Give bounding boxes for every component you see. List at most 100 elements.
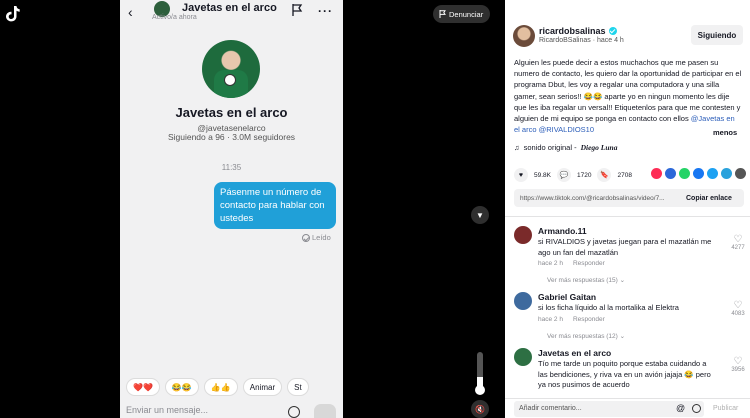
chevron-down-icon: ▼	[476, 210, 484, 220]
view-replies[interactable]: Ver más respuestas (12) ⌄	[547, 332, 625, 340]
repost-icon[interactable]	[651, 168, 662, 179]
read-check-icon	[302, 233, 310, 242]
comment-like[interactable]: ♡ 4083	[730, 300, 746, 317]
like-count: 59.8K	[534, 171, 551, 179]
heart-outline-icon: ♡	[733, 356, 743, 367]
facebook-icon[interactable]	[693, 168, 704, 179]
profile-name: Javetas en el arco	[175, 105, 288, 120]
read-label: Leído	[312, 233, 331, 242]
verified-badge-icon	[608, 27, 617, 35]
report-flag-icon	[439, 10, 446, 18]
message-bubble[interactable]: Pásenme un número de contacto para habla…	[214, 182, 336, 229]
engagement-row: ♥ 59.8K 💬 1720 🔖 2708	[514, 168, 632, 182]
next-video-button[interactable]: ▼	[471, 206, 489, 224]
emoji-icon[interactable]	[288, 406, 300, 418]
profile-avatar[interactable]	[202, 40, 260, 98]
sound-label: sonido original -	[523, 143, 577, 152]
sound-artist: Diego Luna	[580, 143, 618, 152]
mute-button[interactable]: 🔇	[471, 400, 489, 418]
send-button[interactable]	[314, 404, 336, 418]
comment-icon[interactable]: 💬	[557, 168, 571, 182]
music-note-icon: ♫	[514, 143, 520, 152]
share-icons	[651, 168, 746, 179]
heart-icon[interactable]: ♥	[514, 168, 528, 182]
view-replies-label: Ver más respuestas (12)	[547, 333, 618, 340]
tiktok-logo-icon[interactable]	[6, 6, 20, 22]
comment-avatar[interactable]	[514, 226, 532, 244]
comment-meta: hace 2 h Responder	[538, 260, 605, 267]
heart-outline-icon: ♡	[733, 300, 743, 311]
following-button[interactable]: Siguiendo	[691, 25, 743, 45]
comment-username[interactable]: Javetas en el arco	[538, 348, 611, 358]
divider	[505, 216, 750, 217]
twitter-icon[interactable]	[707, 168, 718, 179]
post-caption: Alguien les puede decir a estos muchacho…	[514, 57, 742, 135]
comment-username[interactable]: Armando.11	[538, 226, 587, 236]
post-panel: ricardobsalinas RicardoBSalinas · hace 4…	[505, 0, 750, 418]
quick-reply-hearts[interactable]: ❤️❤️	[126, 378, 160, 396]
share-arrow-icon[interactable]	[735, 168, 746, 179]
author-name: ricardobsalinas	[539, 26, 606, 36]
copy-link-button[interactable]: Copiar enlace	[682, 195, 732, 202]
comment-like-count: 4083	[731, 311, 745, 317]
comment-input-bar: Añadir comentario... @ Publicar	[505, 398, 750, 418]
volume-knob[interactable]	[475, 385, 485, 395]
chevron-down-icon: ⌄	[619, 277, 626, 284]
comment-text: si los ficha líquido al la mortalika al …	[538, 303, 679, 312]
whatsapp-icon[interactable]	[679, 168, 690, 179]
comment-avatar[interactable]	[514, 292, 532, 310]
quick-reply-sticker[interactable]: St	[287, 378, 309, 396]
chat-header: ‹ Javetas en el arco Activo/a ahora ···	[120, 0, 343, 26]
comment-text: si RIVALDIOS y javetas juegan para el ma…	[538, 237, 712, 257]
emoji-icon[interactable]	[692, 404, 701, 413]
comment-like[interactable]: ♡ 3956	[730, 356, 746, 373]
chat-status: Activo/a ahora	[152, 14, 197, 21]
telegram-icon[interactable]	[721, 168, 732, 179]
author-avatar[interactable]	[513, 25, 535, 47]
view-replies[interactable]: Ver más respuestas (15) ⌄	[547, 276, 625, 284]
video-area: ‹ Javetas en el arco Activo/a ahora ··· …	[0, 0, 505, 418]
comment-count: 1720	[577, 171, 592, 179]
comment-like-count: 3956	[731, 367, 745, 373]
speaker-muted-icon: 🔇	[475, 404, 485, 414]
report-label: Denunciar	[449, 9, 484, 19]
message-input[interactable]: Enviar un mensaje...	[126, 405, 208, 415]
view-replies-label: Ver más respuestas (15)	[547, 277, 618, 284]
chevron-down-icon: ⌄	[619, 333, 626, 340]
flag-icon[interactable]	[292, 4, 303, 16]
mention-at-icon[interactable]: @	[676, 403, 685, 413]
publish-button[interactable]: Publicar	[713, 405, 738, 412]
chat-title: Javetas en el arco	[182, 2, 277, 14]
author-meta: RicardoBSalinas · hace 4 h	[539, 37, 624, 44]
quick-replies: ❤️❤️ 😂😂 👍👍 Animar St	[126, 378, 309, 396]
comment-username[interactable]: Gabriel Gaitan	[538, 292, 596, 302]
link-bar: https://www.tiktok.com/@ricardobsalinas/…	[514, 189, 744, 207]
bookmark-icon[interactable]: 🔖	[597, 168, 612, 182]
heart-outline-icon: ♡	[733, 234, 743, 245]
comment-time: hace 2 h	[538, 260, 563, 267]
back-arrow-icon[interactable]: ‹	[128, 4, 133, 20]
embed-icon[interactable]	[665, 168, 676, 179]
save-count: 2708	[617, 171, 632, 179]
author-name-row[interactable]: ricardobsalinas	[539, 26, 617, 36]
less-link[interactable]: menos	[713, 128, 737, 137]
comment-time: hace 2 h	[538, 316, 563, 323]
comment-meta: hace 2 h Responder	[538, 316, 605, 323]
reply-link[interactable]: Responder	[573, 260, 605, 267]
video-link[interactable]: https://www.tiktok.com/@ricardobsalinas/…	[514, 195, 682, 202]
comment-like[interactable]: ♡ 4277	[730, 234, 746, 251]
sound-row[interactable]: ♫ sonido original - Diego Luna	[514, 143, 617, 152]
reply-link[interactable]: Responder	[573, 316, 605, 323]
comment-text: Tío me tarde un poquito porque estaba cu…	[538, 359, 711, 389]
report-button[interactable]: Denunciar	[433, 5, 490, 23]
read-status: Leído	[302, 233, 331, 242]
message-time: 11:35	[221, 163, 242, 172]
quick-reply-animar[interactable]: Animar	[242, 378, 283, 396]
dm-screenshot: ‹ Javetas en el arco Activo/a ahora ··· …	[120, 0, 343, 418]
quick-reply-laugh[interactable]: 😂😂	[164, 378, 199, 396]
comment-like-count: 4277	[731, 245, 745, 251]
profile-stats: Siguiendo a 96 · 3.0M seguidores	[167, 132, 296, 142]
comment-avatar[interactable]	[514, 348, 532, 366]
more-options-icon[interactable]: ···	[318, 4, 333, 18]
quick-reply-thumbs[interactable]: 👍👍	[203, 378, 238, 396]
